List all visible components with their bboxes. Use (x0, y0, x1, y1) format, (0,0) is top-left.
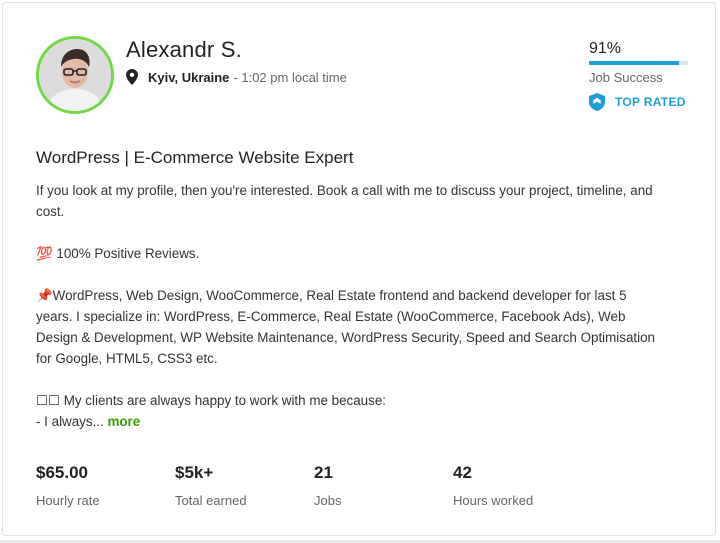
description-text: - I always... (36, 414, 104, 429)
stat-value: $65.00 (36, 463, 88, 482)
shield-icon (589, 93, 605, 111)
map-pin-icon (126, 69, 138, 85)
job-success-percent: 91% (589, 40, 622, 57)
description-paragraph: ☐☐ My clients are always happy to work w… (36, 393, 386, 408)
stat-label: Hours worked (453, 493, 534, 508)
stat-value: 21 (314, 463, 333, 482)
stat-total-earned: $5k+ Total earned (175, 463, 247, 508)
stat-label: Total earned (175, 493, 247, 508)
stat-hours-worked: 42 Hours worked (453, 463, 533, 508)
location-row: Kyiv, Ukraine - 1:02 pm local time (126, 69, 347, 85)
avatar[interactable] (36, 36, 114, 114)
description-paragraph: If you look at my profile, then you're i… (36, 183, 653, 219)
profile-description: If you look at my profile, then you're i… (36, 180, 656, 432)
more-link[interactable]: more (107, 414, 140, 429)
local-time: - 1:02 pm local time (233, 69, 347, 85)
freelancer-name[interactable]: Alexandr S. (126, 37, 242, 63)
job-success-bar (589, 61, 688, 65)
location-city: Kyiv, Ukraine (148, 69, 230, 85)
stat-jobs: 21 Jobs (314, 463, 341, 508)
description-truncated-line: - I always... more (36, 411, 656, 432)
profile-headline: WordPress | E-Commerce Website Expert (36, 148, 354, 167)
stat-label: Jobs (314, 493, 342, 508)
job-success-label: Job Success (589, 70, 663, 85)
description-paragraph: 📌WordPress, Web Design, WooCommerce, Rea… (36, 288, 655, 366)
stat-value: $5k+ (175, 463, 214, 482)
stat-label: Hourly rate (36, 493, 100, 508)
job-success-bar-fill (589, 61, 680, 65)
stat-value: 42 (453, 463, 472, 482)
description-paragraph: 💯 100% Positive Reviews. (36, 246, 200, 261)
avatar-image (39, 39, 111, 111)
top-rated-badge[interactable]: TOP RATED (589, 93, 686, 111)
top-rated-label: TOP RATED (615, 95, 686, 109)
freelancer-profile-card: Alexandr S. Kyiv, Ukraine - 1:02 pm loca… (2, 2, 716, 536)
stat-hourly-rate: $65.00 Hourly rate (36, 463, 100, 508)
